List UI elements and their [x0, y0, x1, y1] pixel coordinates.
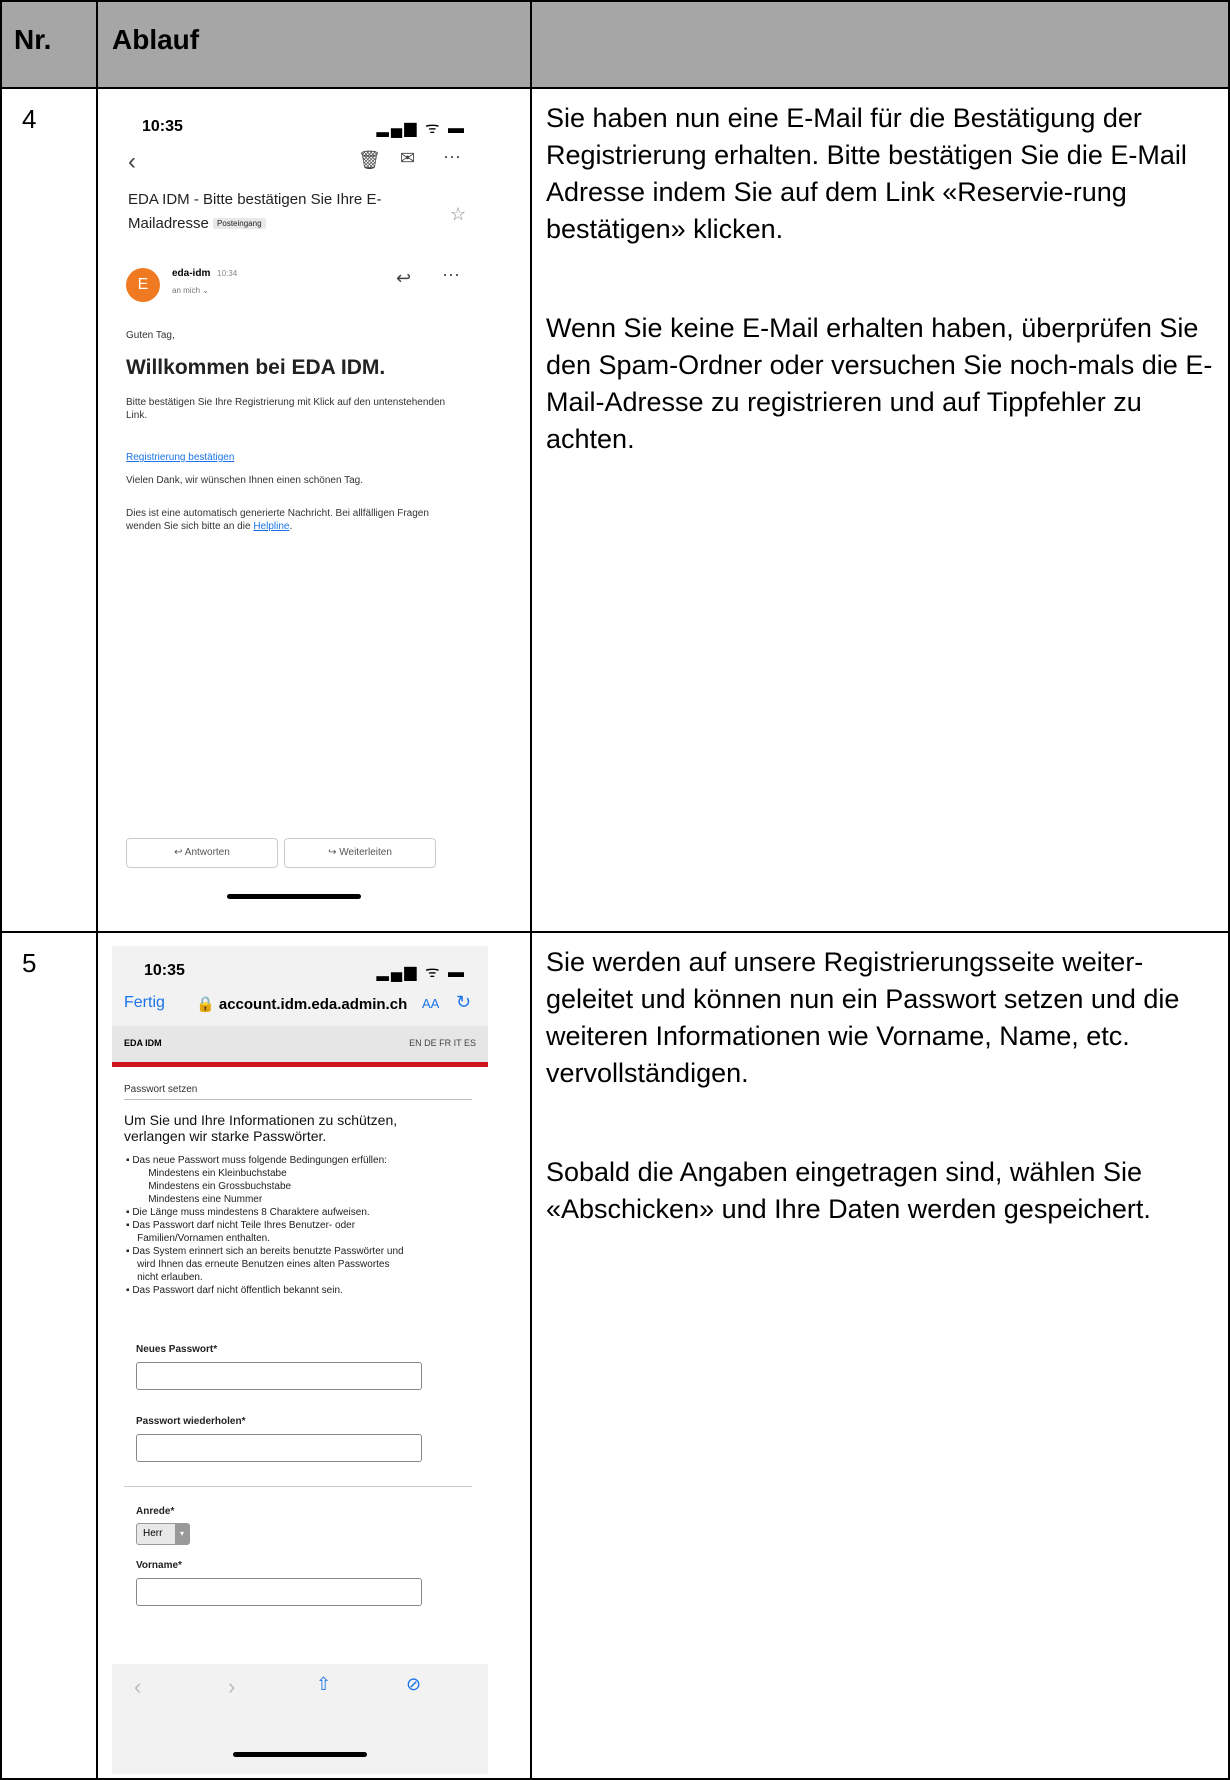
- salutation-label: Anrede*: [136, 1506, 175, 1517]
- site-header: EDA IDM EN DE FR IT ES: [112, 1026, 488, 1067]
- list-item: ▪ Das Passwort darf nicht öffentlich bek…: [126, 1285, 343, 1296]
- email-footer: Dies ist eine automatisch generierte Nac…: [126, 508, 429, 532]
- description-paragraph: Sie haben nun eine E-Mail für die Bestät…: [546, 103, 1187, 244]
- list-item: wird Ihnen das erneute Benutzen eines al…: [126, 1259, 390, 1270]
- email-body: Vielen Dank, wir wünschen Ihnen einen sc…: [126, 475, 364, 486]
- list-item: ▪ Das neue Passwort muss folgende Beding…: [126, 1155, 387, 1166]
- greeting: Guten Tag,: [126, 330, 175, 341]
- list-item: Mindestens ein Kleinbuchstabe: [126, 1168, 287, 1179]
- chevron-down-icon: ▾: [175, 1524, 189, 1544]
- mail-icon[interactable]: ✉: [400, 148, 415, 169]
- salutation-select[interactable]: Herr ▾: [136, 1523, 190, 1545]
- new-password-label: Neues Passwort*: [136, 1344, 218, 1355]
- email-heading: Willkommen bei EDA IDM.: [126, 356, 386, 379]
- border-top: [0, 0, 1230, 2]
- home-indicator: [233, 1752, 367, 1757]
- sent-time: 10:34: [217, 269, 238, 278]
- list-item: Mindestens eine Nummer: [126, 1194, 263, 1205]
- forward-icon: ↪: [328, 847, 340, 858]
- password-rules: ▪ Das neue Passwort muss folgende Beding…: [126, 1154, 404, 1297]
- row-description: Sie werden auf unsere Registrierungsseit…: [546, 944, 1216, 1290]
- forward-icon[interactable]: ›: [228, 1674, 235, 1700]
- border-left: [0, 0, 2, 1780]
- border-col2: [530, 0, 532, 1780]
- status-icons: ▂▄▆ ᯤ ▬: [376, 120, 466, 137]
- home-indicator: [227, 894, 361, 899]
- border-header: [0, 87, 1230, 89]
- list-item: ▪ Das System erinnert sich an bereits be…: [126, 1246, 404, 1257]
- firstname-label: Vorname*: [136, 1560, 182, 1571]
- clock: 10:35: [144, 962, 185, 979]
- border-col1: [96, 0, 98, 1780]
- registration-screenshot: 10:35 ▂▄▆ ᯤ ▬ Fertig 🔒 account.idm.eda.a…: [112, 946, 488, 1774]
- language-switcher[interactable]: EN DE FR IT ES: [409, 1038, 476, 1048]
- inbox-label: Posteingang: [213, 218, 266, 230]
- email-subject: EDA IDM - Bitte bestätigen Sie Ihre E-Ma…: [128, 191, 382, 232]
- row-number: 5: [22, 948, 37, 978]
- reload-icon[interactable]: ↻: [456, 992, 471, 1013]
- status-bar: 10:35 ▂▄▆ ᯤ ▬: [110, 96, 488, 146]
- sender-name: eda-idm 10:34: [172, 268, 238, 279]
- reply-icon[interactable]: ↩: [396, 268, 411, 289]
- instruction-table: Nr. Ablauf 4 Sie haben nun eine E-Mail f…: [0, 0, 1230, 1780]
- email-screenshot: 10:35 ▂▄▆ ᯤ ▬ ‹ 🗑 ✉ ··· EDA IDM - Bitte …: [110, 96, 488, 922]
- email-body: Bitte bestätigen Sie Ihre Registrierung …: [126, 397, 446, 421]
- clock: 10:35: [142, 118, 183, 135]
- repeat-password-input[interactable]: [136, 1434, 422, 1462]
- star-icon[interactable]: ☆: [450, 204, 466, 225]
- new-password-input[interactable]: [136, 1362, 422, 1390]
- firstname-input[interactable]: [136, 1578, 422, 1606]
- section-title: Passwort setzen: [124, 1084, 198, 1095]
- share-icon[interactable]: ⇧: [316, 1674, 331, 1695]
- forward-button[interactable]: ↪ Weiterleiten: [284, 838, 436, 868]
- back-icon[interactable]: ‹: [134, 1674, 141, 1700]
- site-logo[interactable]: EDA IDM: [124, 1038, 162, 1048]
- status-icons: ▂▄▆ ᯤ ▬: [376, 964, 466, 981]
- list-item: Familien/Vornamen enthalten.: [126, 1233, 270, 1244]
- confirm-link[interactable]: Registrierung bestätigen: [126, 452, 234, 463]
- row-description: Sie haben nun eine E-Mail für die Bestät…: [546, 100, 1216, 520]
- done-button[interactable]: Fertig: [124, 994, 165, 1012]
- list-item: ▪ Die Länge muss mindestens 8 Charaktere…: [126, 1207, 370, 1218]
- divider: [124, 1099, 472, 1100]
- avatar: E: [126, 268, 160, 302]
- border-row: [0, 931, 1230, 933]
- header-ablauf: Ablauf: [112, 24, 200, 55]
- header-nr: Nr.: [14, 24, 52, 55]
- description-paragraph: Wenn Sie keine E-Mail erhalten haben, üb…: [546, 313, 1213, 454]
- more-icon[interactable]: ···: [443, 146, 461, 167]
- list-item: nicht erlauben.: [126, 1272, 203, 1283]
- helpline-link[interactable]: Helpline: [253, 521, 289, 532]
- divider: [124, 1486, 472, 1487]
- lock-icon: 🔒: [196, 996, 215, 1013]
- back-icon[interactable]: ‹: [128, 148, 136, 176]
- row-number: 4: [22, 104, 37, 134]
- headline: Um Sie und Ihre Informationen zu schütze…: [124, 1112, 398, 1144]
- description-paragraph: Sobald die Angaben eingetragen sind, wäh…: [546, 1157, 1151, 1224]
- list-item: Mindestens ein Grossbuchstabe: [126, 1181, 292, 1192]
- reply-icon: ↩: [174, 847, 185, 858]
- reply-button[interactable]: ↩ Antworten: [126, 838, 278, 868]
- repeat-password-label: Passwort wiederholen*: [136, 1416, 246, 1427]
- list-item: ▪ Das Passwort darf nicht Teile Ihres Be…: [126, 1220, 356, 1231]
- recipient[interactable]: an mich ⌄: [172, 286, 209, 295]
- text-size-button[interactable]: AA: [422, 996, 439, 1011]
- browser-toolbar: ‹ › ⇧ ⊘: [112, 1664, 488, 1774]
- trash-icon[interactable]: 🗑: [358, 150, 381, 171]
- browser-bar: Fertig 🔒 account.idm.eda.admin.ch AA ↻: [112, 986, 488, 1026]
- url-bar[interactable]: 🔒 account.idm.eda.admin.ch: [196, 995, 407, 1013]
- more-icon[interactable]: ···: [442, 264, 460, 285]
- compass-icon[interactable]: ⊘: [406, 1674, 421, 1695]
- description-paragraph: Sie werden auf unsere Registrierungsseit…: [546, 947, 1180, 1088]
